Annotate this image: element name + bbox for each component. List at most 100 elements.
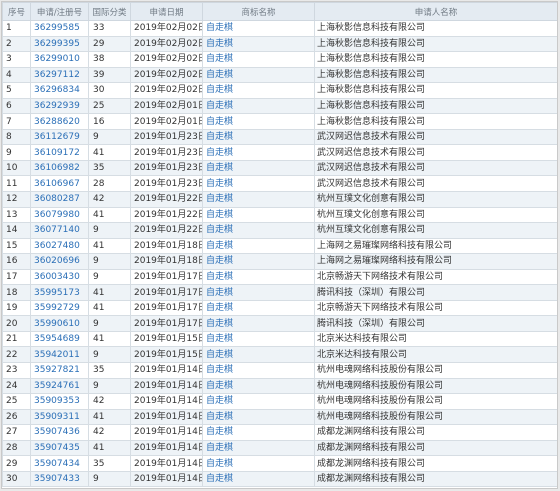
trademark-name-link[interactable]: 自走棋 [206, 101, 233, 111]
reg-number-link[interactable]: 36080287 [34, 194, 80, 204]
trademark-name-link[interactable]: 自走棋 [206, 443, 233, 453]
trademark-name-link[interactable]: 自走棋 [206, 412, 233, 422]
reg-number-link[interactable]: 35924761 [34, 381, 80, 391]
reg-number-link[interactable]: 35927821 [34, 365, 80, 375]
reg-number-link[interactable]: 35995173 [34, 288, 80, 298]
reg-number-cell: 36299395 [30, 35, 89, 53]
trademark-name-link[interactable]: 自走棋 [206, 54, 233, 64]
table-row: 3 36299010 38 2019年02月02日 自走棋 上海秋影信息科技有限公司 [2, 51, 557, 68]
application-date-cell: 2019年01月14日 [130, 424, 203, 441]
trademark-name-cell: 自走棋 [202, 377, 315, 395]
intl-class-cell: 9 [88, 377, 131, 395]
reg-number-link[interactable]: 35907435 [34, 443, 80, 453]
header-date[interactable]: 申请日期 [130, 2, 203, 21]
reg-number-cell: 36288620 [30, 113, 89, 130]
trademark-name-link[interactable]: 自走棋 [206, 381, 233, 391]
reg-number-link[interactable]: 35990610 [34, 319, 80, 329]
trademark-name-link[interactable]: 自走棋 [206, 148, 233, 158]
trademark-name-link[interactable]: 自走棋 [206, 132, 233, 142]
table-row: 26 35909311 41 2019年01月14日 自走棋 杭州电魂网络科技股份有限公司 [2, 408, 557, 426]
row-index-cell: 1 [2, 20, 31, 37]
trademark-name-link[interactable]: 自走棋 [206, 241, 233, 251]
reg-number-link[interactable]: 35909353 [34, 396, 80, 406]
trademark-name-link[interactable]: 自走棋 [206, 23, 233, 33]
trademark-name-link[interactable]: 自走棋 [206, 272, 233, 282]
trademark-name-cell: 自走棋 [202, 330, 315, 348]
trademark-name-link[interactable]: 自走棋 [206, 334, 233, 344]
trademark-name-link[interactable]: 自走棋 [206, 70, 233, 80]
trademark-name-link[interactable]: 自走棋 [206, 179, 233, 189]
reg-number-link[interactable]: 36297112 [34, 70, 80, 80]
reg-number-link[interactable]: 35992729 [34, 303, 80, 313]
header-row: 序号 申请/注册号 国际分类 申请日期 商标名称 申请人名称 [2, 2, 557, 21]
header-mark[interactable]: 商标名称 [202, 2, 315, 21]
reg-number-link[interactable]: 35909311 [34, 412, 80, 422]
trademark-name-cell: 自走棋 [202, 20, 315, 37]
trademark-name-link[interactable]: 自走棋 [206, 39, 233, 49]
trademark-name-link[interactable]: 自走棋 [206, 194, 233, 204]
trademark-name-link[interactable]: 自走棋 [206, 350, 233, 360]
application-date-cell: 2019年02月02日 [130, 20, 203, 37]
trademark-name-cell: 自走棋 [202, 315, 315, 332]
trademark-name-link[interactable]: 自走棋 [206, 303, 233, 313]
trademark-name-link[interactable]: 自走棋 [206, 163, 233, 173]
trademark-name-link[interactable]: 自走棋 [206, 117, 233, 127]
trademark-name-cell: 自走棋 [202, 113, 315, 130]
trademark-name-link[interactable]: 自走棋 [206, 365, 233, 375]
reg-number-link[interactable]: 36003430 [34, 272, 80, 282]
reg-number-link[interactable]: 36299395 [34, 39, 80, 49]
reg-number-link[interactable]: 36296834 [34, 85, 80, 95]
reg-number-link[interactable]: 36292939 [34, 101, 80, 111]
reg-number-cell: 36079980 [30, 206, 89, 224]
trademark-name-link[interactable]: 自走棋 [206, 319, 233, 329]
reg-number-link[interactable]: 36106982 [34, 163, 80, 173]
header-class[interactable]: 国际分类 [88, 2, 131, 21]
reg-number-cell: 36112679 [30, 128, 89, 146]
trademark-name-link[interactable]: 自走棋 [206, 427, 233, 437]
reg-number-cell: 35909353 [30, 393, 89, 410]
applicant-name-cell: 上海网之易璀璨网络科技有限公司 [314, 237, 557, 255]
reg-number-link[interactable]: 36299010 [34, 54, 80, 64]
reg-number-link[interactable]: 36299585 [34, 23, 80, 33]
trademark-name-link[interactable]: 自走棋 [206, 210, 233, 220]
application-date-cell: 2019年01月17日 [130, 284, 203, 301]
trademark-name-link[interactable]: 自走棋 [206, 85, 233, 95]
row-index-cell: 2 [2, 35, 31, 53]
reg-number-link[interactable]: 36077140 [34, 225, 80, 235]
reg-number-link[interactable]: 36112679 [34, 132, 80, 142]
row-index-cell: 13 [2, 206, 31, 224]
reg-number-link[interactable]: 35942011 [34, 350, 80, 360]
header-reg-no[interactable]: 申请/注册号 [30, 2, 89, 21]
reg-number-cell: 36003430 [30, 268, 89, 286]
header-index[interactable]: 序号 [2, 2, 31, 21]
reg-number-link[interactable]: 36020696 [34, 256, 80, 266]
table-row: 20 35990610 9 2019年01月17日 自走棋 腾讯科技（深圳）有限公司 [2, 315, 557, 332]
header-applicant[interactable]: 申请人名称 [314, 2, 557, 21]
trademark-name-cell: 自走棋 [202, 268, 315, 286]
application-date-cell: 2019年01月23日 [130, 175, 203, 193]
reg-number-link[interactable]: 36079980 [34, 210, 80, 220]
trademark-name-link[interactable]: 自走棋 [206, 288, 233, 298]
reg-number-cell: 36299585 [30, 20, 89, 37]
trademark-name-cell: 自走棋 [202, 362, 315, 379]
trademark-name-link[interactable]: 自走棋 [206, 474, 233, 484]
applicant-name-cell: 杭州电魂网络科技股份有限公司 [314, 377, 557, 395]
reg-number-link[interactable]: 35907436 [34, 427, 80, 437]
reg-number-link[interactable]: 36027480 [34, 241, 80, 251]
row-index-cell: 11 [2, 175, 31, 193]
intl-class-cell: 9 [88, 315, 131, 332]
trademark-name-link[interactable]: 自走棋 [206, 225, 233, 235]
trademark-name-link[interactable]: 自走棋 [206, 256, 233, 266]
reg-number-link[interactable]: 35907434 [34, 459, 80, 469]
reg-number-link[interactable]: 36106967 [34, 179, 80, 189]
intl-class-cell: 42 [88, 191, 131, 208]
trademark-name-link[interactable]: 自走棋 [206, 459, 233, 469]
reg-number-cell: 35990610 [30, 315, 89, 332]
reg-number-link[interactable]: 35954689 [34, 334, 80, 344]
reg-number-link[interactable]: 35907433 [34, 474, 80, 484]
row-index-cell: 23 [2, 362, 31, 379]
trademark-name-link[interactable]: 自走棋 [206, 396, 233, 406]
reg-number-link[interactable]: 36288620 [34, 117, 80, 127]
reg-number-cell: 35995173 [30, 284, 89, 301]
reg-number-link[interactable]: 36109172 [34, 148, 80, 158]
